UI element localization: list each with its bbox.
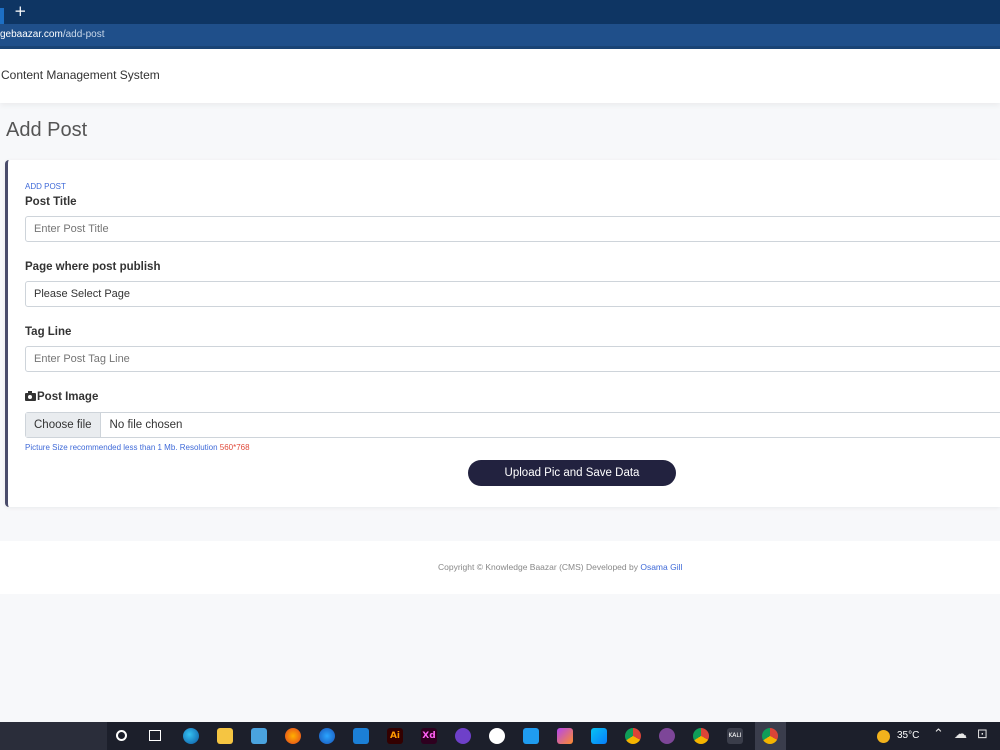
tag-line-label: Tag Line (25, 326, 72, 338)
illustrator-icon[interactable]: Ai (387, 728, 403, 744)
weather-icon[interactable] (877, 730, 890, 743)
file-status: No file chosen (109, 419, 183, 431)
address-bar[interactable]: gebaazar.com/add-post (0, 24, 1000, 46)
post-image-file-input[interactable]: Choose file No file chosen (25, 412, 1000, 438)
chrome-active-icon[interactable] (762, 728, 778, 744)
xd-icon[interactable]: Xd (421, 728, 437, 744)
top-navbar: Content Management System (0, 49, 1000, 103)
developer-link[interactable]: Osama Gill (640, 562, 682, 572)
post-image-label-text: Post Image (37, 391, 99, 403)
url-text[interactable]: gebaazar.com/add-post (0, 28, 105, 42)
firefox-dev-icon[interactable] (319, 728, 335, 744)
active-tab-edge[interactable] (0, 8, 4, 24)
github-icon[interactable] (455, 728, 471, 744)
browser-tab-bar: + (0, 0, 1000, 24)
copyright-prefix: Copyright © Knowledge Baazar (CMS) Devel… (438, 562, 641, 572)
page-title: Add Post (6, 119, 88, 141)
word-icon[interactable] (489, 728, 505, 744)
image-hint-resolution: 560*768 (219, 443, 250, 452)
upload-save-button[interactable]: Upload Pic and Save Data (468, 460, 676, 486)
url-path: /add-post (62, 29, 105, 40)
page-select[interactable]: Please Select Page (25, 281, 1000, 307)
post-title-input[interactable] (25, 216, 1000, 242)
onedrive-icon[interactable]: ☁ (954, 727, 967, 743)
page-select-label: Page where post publish (25, 261, 161, 273)
post-title-label: Post Title (25, 196, 77, 208)
store-icon[interactable] (251, 728, 267, 744)
task-view-icon[interactable] (149, 730, 161, 741)
edge-icon[interactable] (183, 728, 199, 744)
camera-icon (25, 391, 36, 401)
chrome-icon[interactable] (625, 728, 641, 744)
copyright-text: Copyright © Knowledge Baazar (CMS) Devel… (438, 562, 682, 572)
phpstorm-icon[interactable] (557, 728, 573, 744)
vscode-icon[interactable] (523, 728, 539, 744)
webstorm-icon[interactable] (591, 728, 607, 744)
card-section-label: ADD POST (25, 182, 66, 191)
new-tab-button[interactable]: + (14, 2, 27, 20)
kali-icon[interactable]: KALI (727, 728, 743, 744)
search-icon[interactable] (116, 730, 127, 741)
file-explorer-icon[interactable] (217, 728, 233, 744)
post-image-label: Post Image (25, 391, 98, 403)
mail-icon[interactable] (353, 728, 369, 744)
url-domain: gebaazar.com (0, 29, 63, 40)
chevron-up-icon[interactable]: ⌃ (933, 727, 944, 743)
add-post-card: ADD POST Post Title Page where post publ… (5, 160, 1000, 507)
windows-taskbar: Ai Xd KALI 35°C ⌃ ☁ ⊡ (0, 722, 1000, 750)
page-footer: Copyright © Knowledge Baazar (CMS) Devel… (0, 541, 1000, 594)
brand-name[interactable]: Content Management System (1, 68, 160, 82)
page-select-value: Please Select Page (34, 288, 131, 300)
firefox-icon[interactable] (285, 728, 301, 744)
tag-line-input[interactable] (25, 346, 1000, 372)
tor-icon[interactable] (659, 728, 675, 744)
taskbar-search-box[interactable] (0, 722, 107, 750)
image-hint-text: Picture Size recommended less than 1 Mb.… (25, 443, 220, 452)
network-icon[interactable]: ⊡ (977, 727, 988, 743)
choose-file-button[interactable]: Choose file (26, 413, 101, 437)
image-hint: Picture Size recommended less than 1 Mb.… (25, 443, 250, 452)
chrome-canary-icon[interactable] (693, 728, 709, 744)
temperature-text[interactable]: 35°C (897, 730, 919, 741)
